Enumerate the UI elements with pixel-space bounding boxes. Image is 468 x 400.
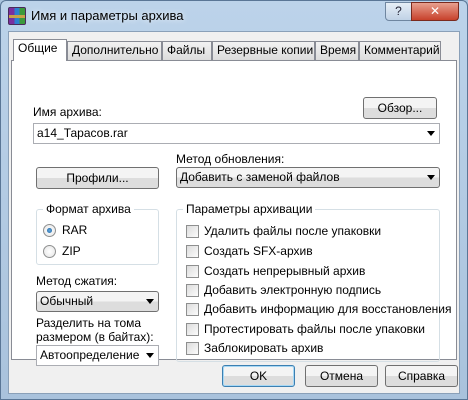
solid-archive-label[interactable]: Создать непрерывный архив — [204, 264, 365, 278]
browse-button[interactable]: Обзор... — [363, 97, 437, 119]
tab-files[interactable]: Файлы — [162, 41, 212, 60]
rar-label[interactable]: RAR — [62, 223, 87, 237]
recovery-record-label[interactable]: Добавить информацию для восстановления — [204, 302, 451, 316]
delete-files-checkbox[interactable] — [186, 225, 199, 238]
close-button[interactable]: ✕ — [411, 2, 459, 21]
test-files-label[interactable]: Протестировать файлы после упаковки — [204, 322, 425, 336]
solid-archive-checkbox[interactable] — [186, 265, 199, 278]
create-sfx-label[interactable]: Создать SFX-архив — [204, 244, 313, 258]
chevron-down-icon — [427, 175, 435, 180]
dialog-window: Имя и параметры архива ? ✕ Общие Дополни… — [0, 0, 468, 400]
tab-comment[interactable]: Комментарий — [359, 41, 441, 60]
update-method-label: Метод обновления: — [176, 152, 285, 166]
split-label-line2: размером (в байтах): — [36, 330, 154, 344]
cancel-button[interactable]: Отмена — [305, 365, 378, 387]
archive-format-title: Формат архива — [43, 202, 134, 216]
digital-signature-label[interactable]: Добавить электронную подпись — [204, 283, 381, 297]
compression-select[interactable]: Обычный — [36, 291, 159, 312]
title-bar[interactable]: Имя и параметры архива ? ✕ — [1, 1, 467, 31]
tab-general[interactable]: Общие — [13, 39, 67, 61]
recovery-record-checkbox[interactable] — [186, 303, 199, 316]
lock-archive-label[interactable]: Заблокировать архив — [204, 341, 323, 355]
profiles-button[interactable]: Профили... — [36, 167, 159, 189]
lock-archive-checkbox[interactable] — [186, 342, 199, 355]
archive-name-label: Имя архива: — [33, 105, 102, 119]
help-button[interactable]: Справка — [385, 365, 458, 387]
rar-radio[interactable] — [43, 224, 56, 237]
zip-label[interactable]: ZIP — [62, 244, 81, 258]
tab-time[interactable]: Время — [315, 41, 359, 60]
delete-files-label[interactable]: Удалить файлы после упаковки — [204, 224, 381, 238]
zip-radio[interactable] — [43, 245, 56, 258]
archive-format-group: Формат архива RAR ZIP — [36, 202, 159, 265]
chevron-down-icon[interactable] — [427, 131, 435, 136]
archiving-options-group: Параметры архивации Удалить файлы после … — [176, 202, 451, 362]
split-size-value: Автоопределение — [40, 348, 140, 362]
compression-label: Метод сжатия: — [36, 274, 118, 288]
split-label-line1: Разделить на тома — [36, 316, 142, 330]
update-method-select[interactable]: Добавить с заменой файлов — [176, 167, 440, 188]
split-size-input[interactable]: Автоопределение — [36, 345, 159, 366]
winrar-icon — [8, 7, 26, 25]
digital-signature-checkbox[interactable] — [186, 284, 199, 297]
tab-backup[interactable]: Резервные копии — [212, 41, 315, 60]
tab-advanced[interactable]: Дополнительно — [67, 41, 162, 60]
test-files-checkbox[interactable] — [186, 323, 199, 336]
chevron-down-icon — [146, 299, 154, 304]
archive-name-input[interactable]: a14_Тарасов.rar — [33, 123, 440, 144]
create-sfx-checkbox[interactable] — [186, 245, 199, 258]
update-method-value: Добавить с заменой файлов — [180, 170, 340, 184]
tab-strip: Общие Дополнительно Файлы Резервные копи… — [11, 39, 457, 61]
help-title-button[interactable]: ? — [385, 2, 412, 21]
dialog-client: Общие Дополнительно Файлы Резервные копи… — [8, 31, 460, 394]
chevron-down-icon[interactable] — [146, 353, 154, 358]
archiving-options-title: Параметры архивации — [183, 202, 316, 216]
window-title: Имя и параметры архива — [31, 8, 184, 23]
compression-value: Обычный — [40, 294, 94, 308]
general-tab-panel: Имя архива: Обзор... a14_Тарасов.rar Мет… — [11, 60, 457, 366]
archive-name-value: a14_Тарасов.rar — [37, 126, 128, 140]
ok-button[interactable]: OK — [222, 365, 295, 387]
